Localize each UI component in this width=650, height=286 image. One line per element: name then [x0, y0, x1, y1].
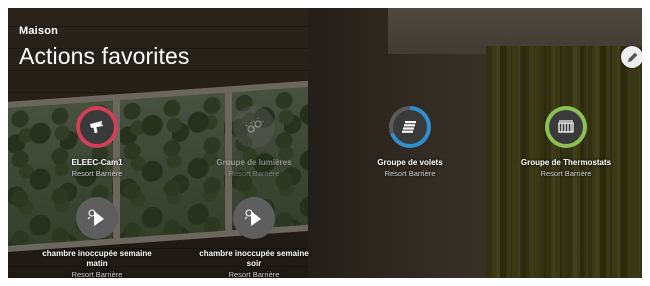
camera-icon: [90, 121, 104, 134]
favorite-title: chambre inoccupée semaine matin: [42, 249, 151, 269]
favorite-tile-camera[interactable]: ELEEC-Cam1 Resort Barrière: [22, 106, 172, 178]
favorite-tile-scene-morning[interactable]: chambre inoccupée semaine matin Resort B…: [22, 197, 172, 278]
page-header: Maison Actions favorites: [19, 25, 189, 70]
favorite-subtitle: Resort Barrière: [228, 169, 280, 178]
page-title: Actions favorites: [19, 43, 190, 69]
shutters-icon-ring[interactable]: [389, 106, 431, 148]
shutters-group-icon: [402, 121, 416, 133]
favorite-title: Groupe de lumières: [216, 158, 292, 167]
favorite-subtitle: Resort Barrière: [228, 270, 280, 278]
favorite-title: chambre inoccupée semaine soir: [199, 249, 308, 269]
edit-button[interactable]: [621, 46, 642, 68]
scene-icon-ring[interactable]: [76, 197, 118, 239]
camera-icon-ring[interactable]: [76, 106, 118, 148]
favorite-title-line2: matin: [86, 259, 108, 268]
context-label: Maison: [19, 25, 59, 37]
favorite-tile-thermostats-group[interactable]: Groupe de Thermostats Resort Barrière: [491, 106, 641, 178]
favorite-title-line1: chambre inoccupée semaine: [199, 249, 309, 258]
scene-icon-ring[interactable]: [233, 197, 275, 239]
favorite-tile-scene-evening[interactable]: chambre inoccupée semaine soir Resort Ba…: [179, 197, 329, 278]
favorite-title: Groupe de volets: [377, 158, 443, 167]
favorite-subtitle: Resort Barrière: [540, 169, 592, 178]
favorite-subtitle: Resort Barrière: [71, 270, 123, 278]
favorite-title: ELEEC-Cam1: [71, 158, 123, 167]
pencil-icon: [627, 52, 637, 62]
favorites-screen: Maison Actions favorites ELEEC-Cam1 Reso…: [8, 8, 642, 278]
scene-play-icon: [87, 209, 104, 226]
thermostats-group-icon: [558, 120, 574, 133]
favorite-title-line2: soir: [246, 259, 262, 268]
favorite-title-line1: chambre inoccupée semaine: [42, 249, 152, 258]
scene-play-icon: [244, 209, 261, 226]
thermostats-icon-ring[interactable]: [545, 106, 587, 148]
lights-icon-ring[interactable]: [233, 106, 275, 148]
favorite-subtitle: Resort Barrière: [71, 169, 123, 178]
favorite-title: Groupe de Thermostats: [520, 158, 612, 167]
lights-group-icon: [245, 117, 264, 133]
favorite-tile-lights-group[interactable]: Groupe de lumières Resort Barrière: [179, 106, 329, 178]
favorite-subtitle: Resort Barrière: [384, 169, 436, 178]
favorite-tile-shutters-group[interactable]: Groupe de volets Resort Barrière: [335, 106, 485, 178]
